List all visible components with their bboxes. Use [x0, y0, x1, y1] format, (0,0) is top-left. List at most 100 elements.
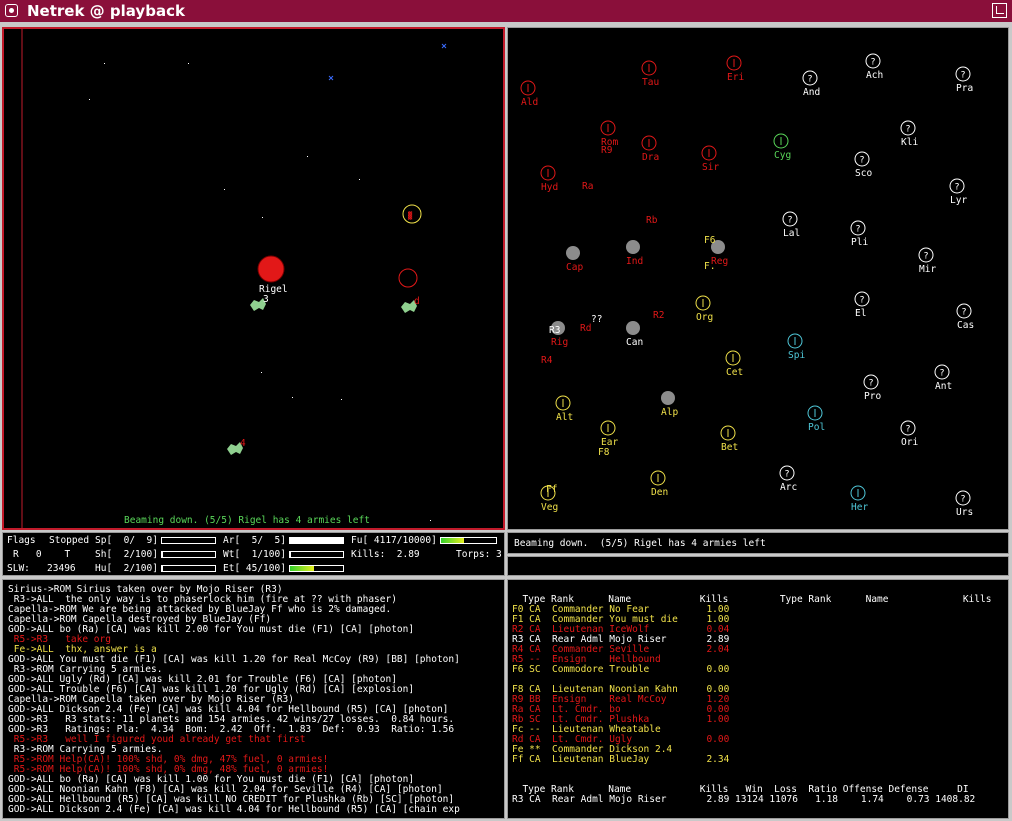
- planet-hyd[interactable]: Hyd: [540, 165, 558, 193]
- planet-pli[interactable]: ? Pli: [850, 220, 868, 248]
- player-list[interactable]: Type Rank Name Kills Type Rank Name Kill…: [507, 579, 1009, 819]
- ship-label[interactable]: Rd: [580, 323, 591, 334]
- fuel-bar: [440, 537, 497, 544]
- unknown-planet-glyph: ?: [870, 58, 875, 68]
- planet-rom[interactable]: Rom: [600, 120, 618, 148]
- ship-label[interactable]: R2: [653, 310, 664, 321]
- planet-sco[interactable]: ? Sco: [854, 151, 872, 179]
- planet-icon: [566, 246, 580, 260]
- unknown-planet-glyph: ?: [784, 470, 789, 480]
- planet-pro[interactable]: ? Pro: [863, 374, 881, 402]
- planet-sir[interactable]: Sir: [701, 145, 719, 173]
- unknown-planet-glyph: ?: [905, 125, 910, 135]
- planet-pol[interactable]: Pol: [807, 405, 825, 433]
- tactical-map[interactable]: ▓ Rigel 3d4 Beaming down. (5/5) Rigel ha…: [2, 27, 505, 530]
- planet-name: Ind: [626, 256, 643, 267]
- ship-label[interactable]: Rb: [646, 215, 658, 226]
- planet-ind[interactable]: Ind: [626, 240, 643, 267]
- planet-glyph: ▓: [408, 211, 412, 220]
- speed-readout: Sp[ 0/ 9]: [95, 535, 158, 546]
- tactical-canvas[interactable]: ▓ Rigel 3 d4 Beaming down. (5/5) Rigel ha…: [4, 29, 503, 528]
- planet-el[interactable]: ? El: [854, 291, 870, 319]
- planet-name: Urs: [956, 507, 973, 518]
- planet-lal[interactable]: ? Lal: [782, 211, 800, 239]
- message-row: GOD->ALL Dickson 2.4 (Fe) [CA] was kill …: [8, 804, 460, 815]
- enemy-ship-shield-icon[interactable]: [398, 268, 418, 288]
- shields-readout: Sh[ 2/100]: [95, 549, 158, 560]
- planet-can[interactable]: Can: [626, 321, 643, 348]
- planet-cyg[interactable]: Cyg: [773, 133, 791, 161]
- tactical-warning: Beaming down. (5/5) Rigel has 4 armies l…: [124, 515, 370, 526]
- planet-ori[interactable]: ? Ori: [900, 420, 918, 448]
- planet-cas[interactable]: ? Cas: [956, 303, 974, 331]
- ship-icon[interactable]: d: [401, 296, 420, 313]
- planet-name: Ori: [901, 437, 918, 448]
- planet-name: Lal: [783, 228, 800, 239]
- planet-lyr[interactable]: ? Lyr: [949, 178, 967, 206]
- planet-ach[interactable]: ? Ach: [865, 53, 883, 81]
- ship-label[interactable]: R3: [549, 325, 560, 336]
- planet-bet[interactable]: Bet: [720, 425, 738, 453]
- planet-her[interactable]: Her: [850, 485, 868, 513]
- window-maximize-icon[interactable]: [992, 3, 1007, 18]
- review-window: [507, 556, 1009, 576]
- planet-name: Mir: [919, 264, 936, 275]
- planet-name: El: [855, 308, 866, 319]
- planet-mir[interactable]: ? Mir: [918, 247, 936, 275]
- ship-label[interactable]: F8: [598, 447, 610, 458]
- ship-label[interactable]: Ff: [546, 484, 557, 495]
- planet-urs[interactable]: ? Urs: [955, 490, 973, 518]
- ship-label[interactable]: F6: [704, 235, 716, 246]
- planet-arc[interactable]: ? Arc: [779, 465, 797, 493]
- planet-den[interactable]: Den: [650, 470, 668, 498]
- galactic-canvas[interactable]: Ald Tau Eri ? And ? Ach ? Pra Rom Dra Sir Cyg ? Kli ? Sc…: [508, 28, 1008, 529]
- torps-readout: Torps: 3: [456, 549, 502, 560]
- player-rows: F0 CA Commander No Fear 1.00 F1 CA Comman…: [512, 605, 729, 765]
- message-log[interactable]: Sirius->ROM Sirius taken over by Mojo Ri…: [2, 579, 505, 819]
- ship-label[interactable]: ??: [591, 314, 602, 325]
- self-stats-row: R3 CA Rear Adml Mojo Riser 2.89 13124 11…: [512, 794, 976, 805]
- planet-ant[interactable]: ? Ant: [934, 364, 952, 392]
- flags-label: Flags: [7, 535, 36, 546]
- planet-ear[interactable]: Ear: [600, 420, 618, 448]
- unknown-planet-glyph: ?: [939, 369, 944, 379]
- ship-label[interactable]: R9: [601, 145, 613, 156]
- planet-spi[interactable]: Spi: [787, 333, 805, 361]
- planet-org[interactable]: Org: [695, 295, 713, 323]
- distant-objects: [328, 43, 447, 81]
- ship-label[interactable]: F.: [704, 261, 715, 272]
- window-menu-icon[interactable]: [5, 4, 18, 17]
- planet-name: Org: [696, 312, 713, 323]
- planet-dra[interactable]: Dra: [641, 135, 659, 163]
- player-row[interactable]: Ff CA Lieutenan BlueJay 2.34: [512, 755, 729, 765]
- planet-ald[interactable]: Ald: [520, 80, 538, 108]
- ship-icon[interactable]: 3: [250, 294, 269, 311]
- ship-icon[interactable]: 4: [227, 438, 246, 455]
- planet-cap[interactable]: Cap: [566, 246, 583, 273]
- ship-label[interactable]: R4: [541, 355, 553, 366]
- status-panel: Flags Stopped Sp[ 0/ 9] Ar[ 5/ 5] Fu[ 41…: [2, 532, 505, 576]
- warning-text: Beaming down. (5/5) Rigel has 4 armies l…: [514, 538, 766, 549]
- planet-alt[interactable]: Alt: [555, 395, 573, 423]
- planet-kli[interactable]: ? Kli: [900, 120, 918, 148]
- planet-cet[interactable]: Cet: [725, 350, 743, 378]
- planet-name: Spi: [788, 350, 805, 361]
- unknown-planet-glyph: ?: [868, 379, 873, 389]
- warning-window: Beaming down. (5/5) Rigel has 4 armies l…: [507, 532, 1009, 554]
- planet-icon: [626, 321, 640, 335]
- planet-name: Ald: [521, 97, 538, 108]
- player-row[interactable]: F6 SC Commodore Trouble 0.00: [512, 665, 729, 675]
- ship-label[interactable]: Ra: [582, 181, 593, 192]
- title-bar: Netrek @ playback: [0, 0, 1012, 22]
- planet-pra[interactable]: ? Pra: [955, 66, 973, 94]
- planet-name: Dra: [642, 152, 659, 163]
- galactic-map[interactable]: Ald Tau Eri ? And ? Ach ? Pra Rom Dra Sir Cyg ? Kli ? Sc…: [507, 27, 1009, 530]
- unknown-planet-glyph: ?: [960, 71, 965, 81]
- planet-icon: [626, 240, 640, 254]
- kills-readout: Kills: 2.89: [351, 549, 420, 560]
- planet-alp[interactable]: Alp: [661, 391, 678, 418]
- planet-name: Bet: [721, 442, 738, 453]
- planet-eri[interactable]: Eri: [726, 55, 744, 83]
- planet-and[interactable]: ? And: [802, 70, 820, 98]
- planet-tau[interactable]: Tau: [641, 60, 659, 88]
